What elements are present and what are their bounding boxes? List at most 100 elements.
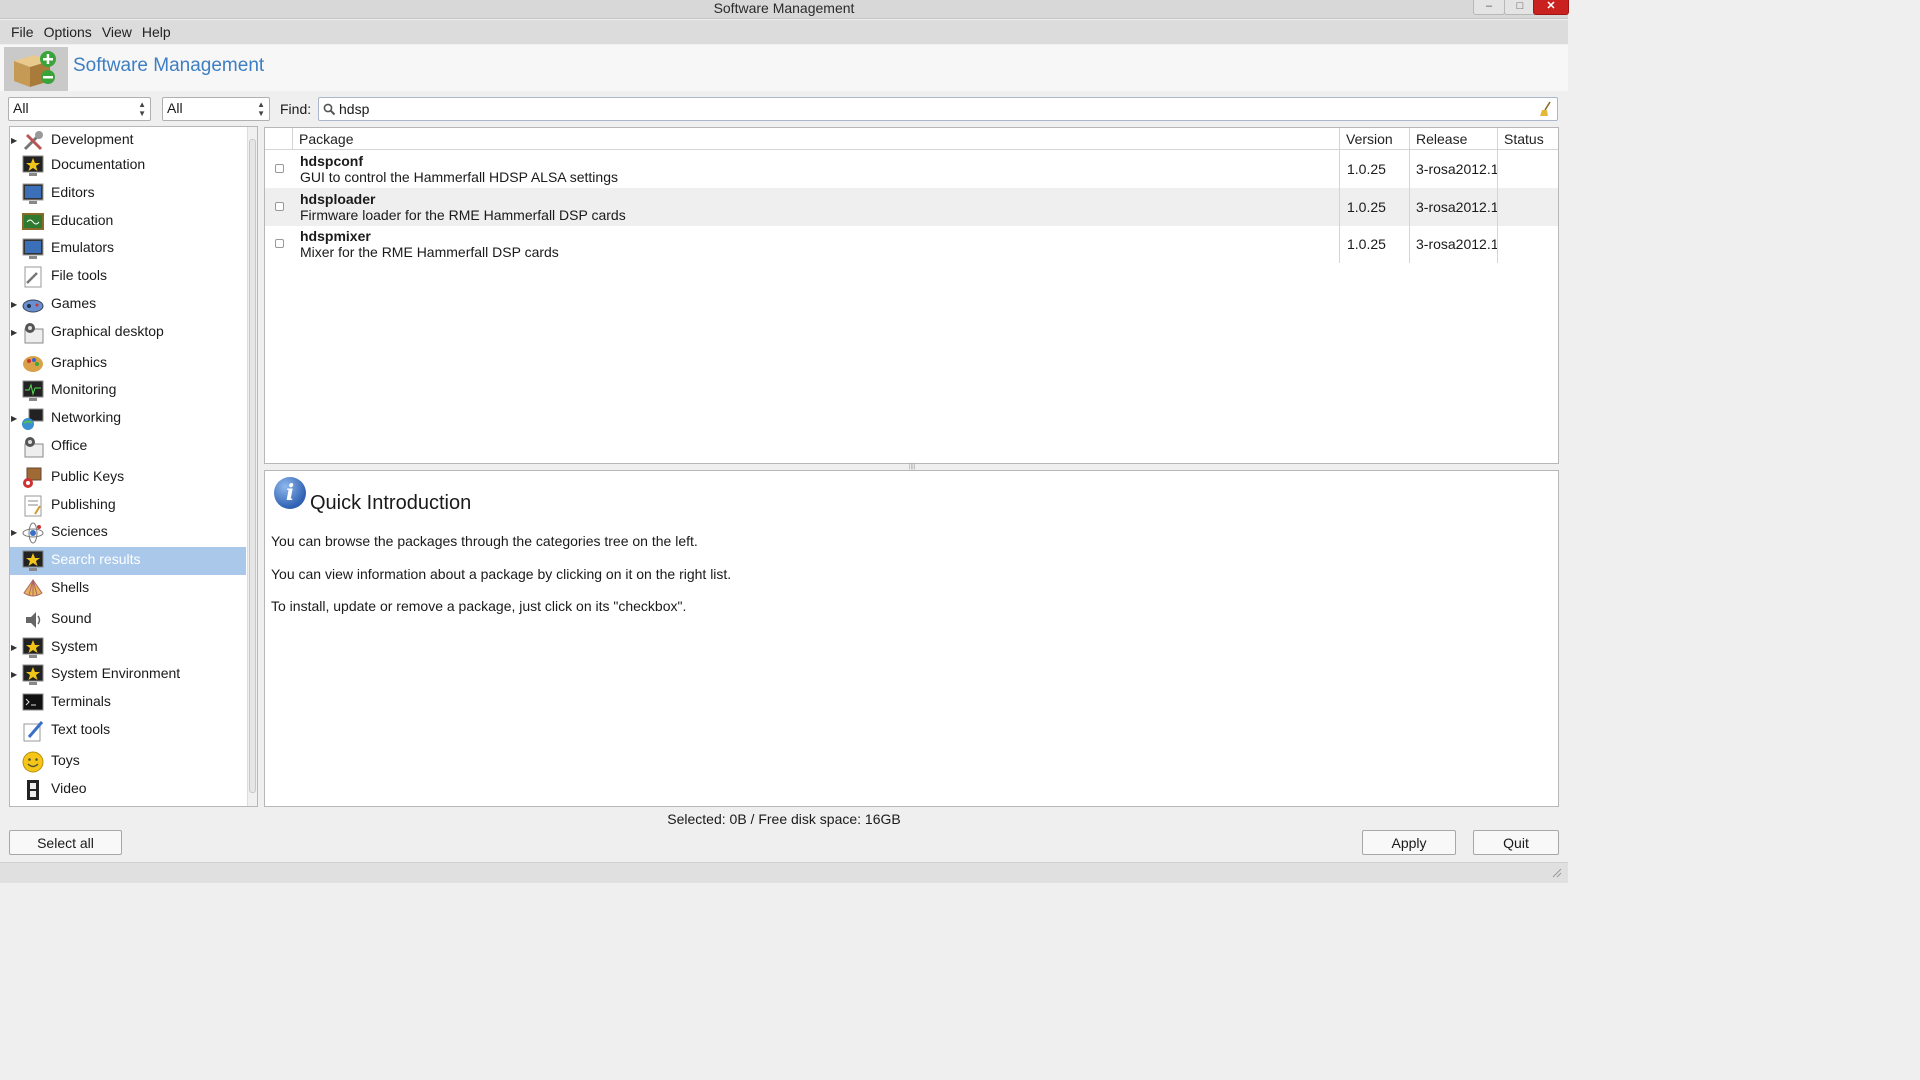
category-item-toys[interactable]: Toys (10, 748, 246, 776)
package-row[interactable]: hdsploader Firmware loader for the RME Ha… (265, 187, 1558, 226)
menu-help[interactable]: Help (137, 20, 176, 44)
publishing-icon (21, 494, 45, 518)
category-label: Emulators (51, 239, 115, 255)
category-item-education[interactable]: Education (10, 208, 246, 236)
desktop-icon (21, 321, 45, 345)
category-label: System (51, 638, 98, 654)
updown-arrows-icon: ▲ ▼ (138, 100, 146, 118)
search-input[interactable]: hdsp (318, 97, 1558, 121)
package-checkbox[interactable] (275, 201, 284, 211)
category-label: Sciences (51, 523, 108, 539)
disk-status-text: Selected: 0B / Free disk space: 16GB (667, 811, 901, 827)
category-label: File tools (51, 267, 108, 283)
category-item-system[interactable]: ▶ System (10, 634, 246, 662)
status-filter-select[interactable]: All ▲ ▼ (162, 97, 270, 121)
category-item-public-keys[interactable]: Public Keys (10, 464, 246, 492)
column-header-package[interactable]: Package (293, 128, 1340, 150)
app-title: Software Management (73, 55, 265, 76)
category-item-development[interactable]: ▶ Development (10, 127, 246, 155)
maximize-button[interactable]: □ (1504, 0, 1536, 15)
menu-view[interactable]: View (97, 20, 137, 44)
package-version: 1.0.25 (1347, 236, 1386, 252)
category-label: Terminals (51, 693, 111, 709)
star-monitor-icon (21, 549, 45, 573)
expand-arrow-icon[interactable]: ▶ (11, 643, 17, 652)
chalkboard-icon (21, 210, 45, 234)
status-filter-value: All (167, 100, 183, 116)
category-item-sciences[interactable]: ▶ Sciences (10, 519, 246, 547)
category-item-file-tools[interactable]: File tools (10, 263, 246, 291)
network-icon (21, 407, 45, 431)
category-item-terminals[interactable]: Terminals (10, 689, 246, 717)
category-item-monitoring[interactable]: Monitoring (10, 377, 246, 405)
film-icon (21, 778, 45, 802)
package-row[interactable]: hdspconf GUI to control the Hammerfall HD… (265, 150, 1558, 188)
expand-arrow-icon[interactable]: ▶ (11, 300, 17, 309)
monitor-icon (21, 237, 45, 261)
info-paragraph: You can view information about a package… (271, 566, 732, 582)
category-item-search-results[interactable]: Search results (10, 547, 246, 575)
status-bar (0, 862, 1568, 883)
expand-arrow-icon[interactable]: ▶ (11, 136, 17, 145)
group-filter-value: All (13, 100, 29, 116)
category-item-graphical-desktop[interactable]: ▶ Graphical desktop (10, 319, 246, 347)
package-checkbox[interactable] (275, 239, 284, 248)
apply-button[interactable]: Apply (1362, 830, 1456, 855)
expand-arrow-icon[interactable]: ▶ (11, 414, 17, 423)
group-filter-select[interactable]: All ▲ ▼ (8, 97, 151, 121)
category-item-emulators[interactable]: Emulators (10, 235, 246, 263)
menu-bar: File Options View Help (0, 20, 1568, 44)
category-label: System Environment (51, 665, 181, 681)
category-label: Search results (51, 551, 141, 567)
sciences-icon (21, 521, 45, 545)
info-icon: i (274, 477, 306, 509)
monitor-icon (21, 182, 45, 206)
expand-arrow-icon[interactable]: ▶ (11, 328, 17, 337)
package-install-icon (4, 47, 68, 91)
category-tree[interactable]: ▶ Development Documentation Editors Educatio… (9, 126, 258, 807)
search-value: hdsp (339, 101, 370, 117)
category-item-games[interactable]: ▶ Games (10, 291, 246, 319)
category-label: Documentation (51, 156, 146, 172)
category-item-editors[interactable]: Editors (10, 180, 246, 208)
column-header-status[interactable]: Status (1498, 128, 1558, 150)
tools-icon (21, 129, 45, 153)
package-version: 1.0.25 (1347, 161, 1386, 177)
category-item-office[interactable]: Office (10, 433, 246, 461)
quit-button[interactable]: Quit (1473, 830, 1559, 855)
scrollbar-thumb[interactable] (249, 139, 256, 793)
column-header-release[interactable]: Release (1410, 128, 1498, 150)
package-row[interactable]: hdspmixer Mixer for the RME Hammerfall DS… (265, 225, 1558, 263)
info-paragraph: You can browse the packages through the … (271, 533, 698, 549)
category-item-networking[interactable]: ▶ Networking (10, 405, 246, 433)
select-all-button[interactable]: Select all (9, 830, 122, 855)
category-item-sound[interactable]: Sound (10, 606, 246, 634)
package-release: 3-rosa2012.1 (1416, 198, 1499, 215)
category-item-video[interactable]: Video (10, 776, 246, 804)
category-item-shells[interactable]: Shells (10, 575, 246, 603)
tree-scrollbar[interactable] (247, 127, 257, 806)
clear-broom-icon[interactable] (1539, 101, 1553, 117)
category-item-text-tools[interactable]: Text tools (10, 717, 246, 745)
app-header: Software Management (0, 45, 1568, 91)
menu-options[interactable]: Options (39, 20, 97, 44)
category-item-publishing[interactable]: Publishing (10, 492, 246, 520)
resize-grip-icon[interactable] (1552, 868, 1562, 878)
category-item-graphics[interactable]: Graphics (10, 350, 246, 378)
minimize-button[interactable]: – (1473, 0, 1505, 15)
column-header-version[interactable]: Version (1340, 128, 1410, 150)
package-checkbox[interactable] (275, 164, 284, 173)
package-version: 1.0.25 (1347, 198, 1386, 215)
category-item-system-environment[interactable]: ▶ System Environment (10, 661, 246, 689)
star-monitor-icon (21, 154, 45, 178)
expand-arrow-icon[interactable]: ▶ (11, 670, 17, 679)
category-label: Monitoring (51, 381, 117, 397)
pen-icon (21, 719, 45, 743)
expand-arrow-icon[interactable]: ▶ (11, 528, 17, 537)
category-label: Networking (51, 409, 122, 425)
menu-file[interactable]: File (6, 20, 39, 44)
category-label: Graphical desktop (51, 323, 164, 339)
close-button[interactable]: ✕ (1533, 0, 1569, 15)
package-info-pane: i Quick Introduction You can browse the … (264, 470, 1559, 807)
category-item-documentation[interactable]: Documentation (10, 152, 246, 180)
